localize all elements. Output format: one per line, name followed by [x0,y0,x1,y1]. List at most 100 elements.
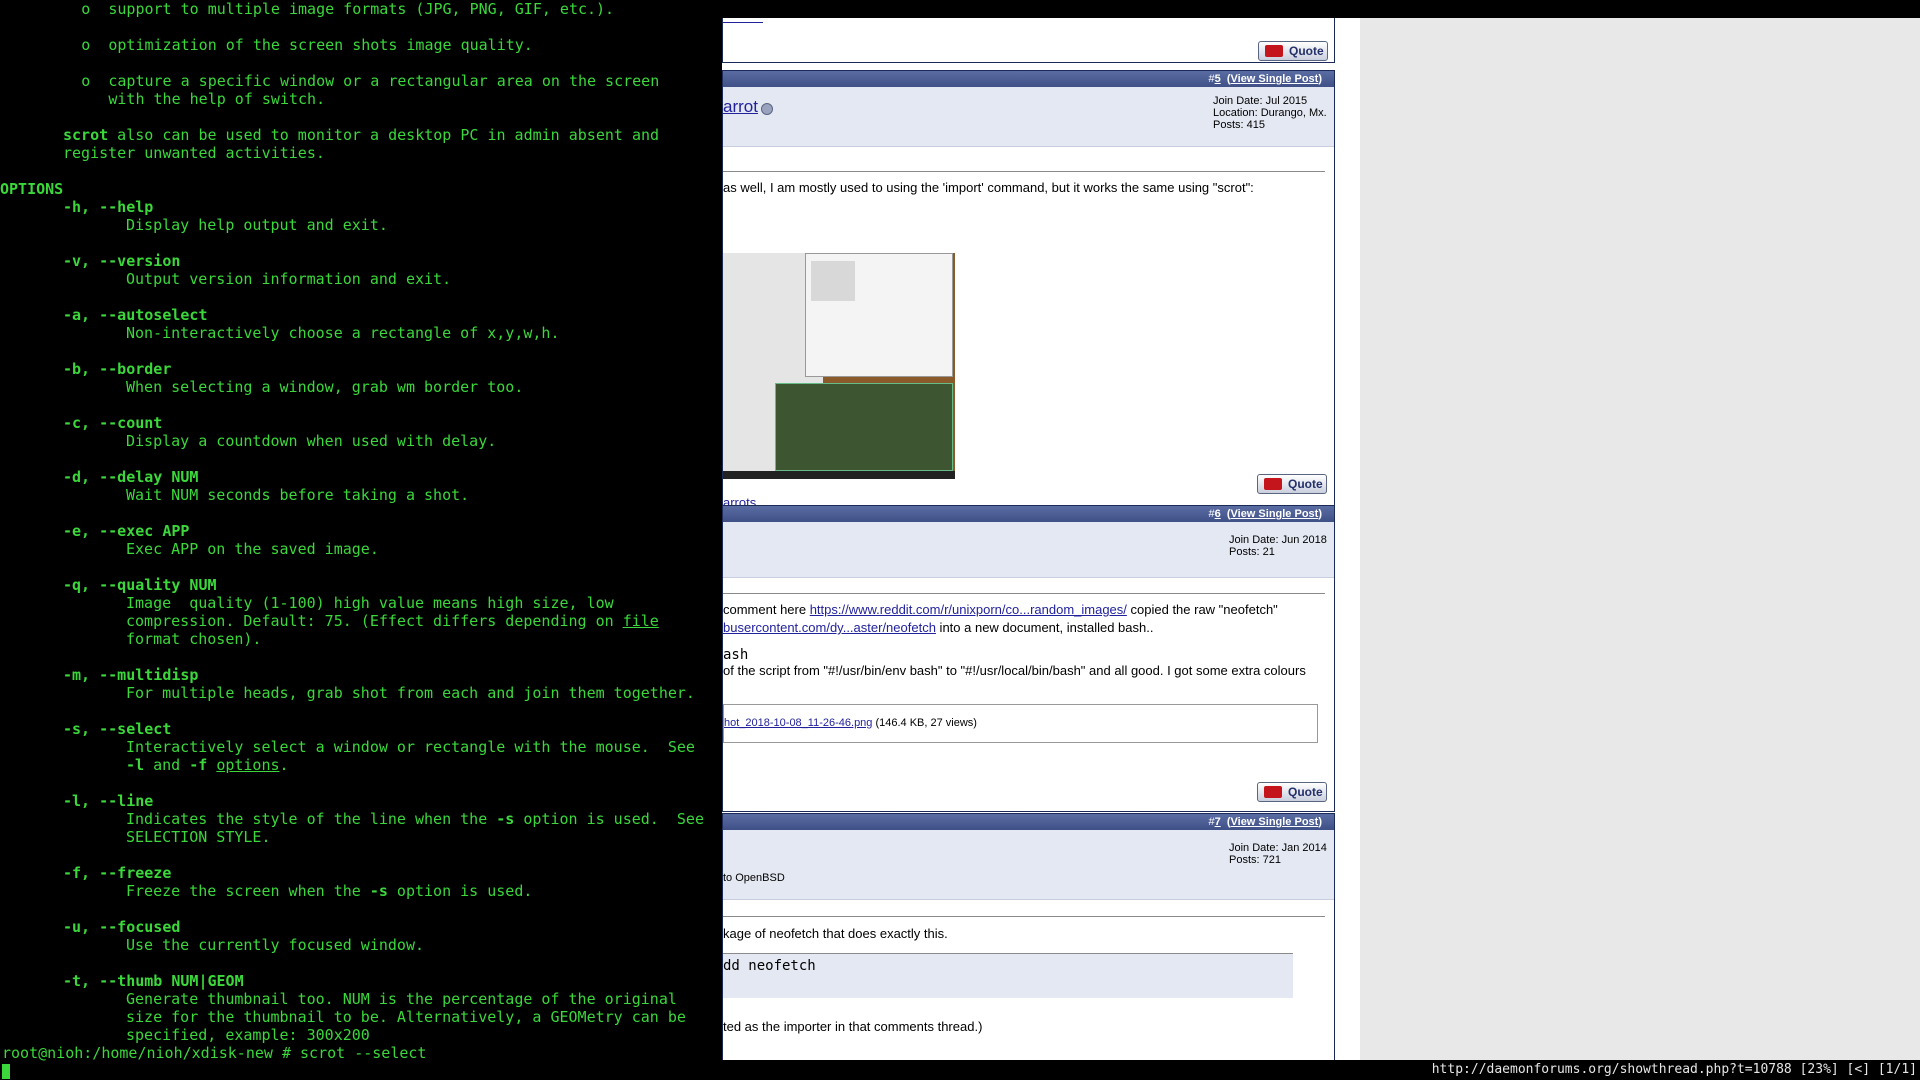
attachment-meta: (146.4 KB, 27 views) [872,717,977,729]
terminal-window[interactable]: o support to multiple image formats (JPG… [0,0,722,1080]
quote-icon [1265,45,1283,57]
text-span: also can be used to monitor a desktop PC… [108,126,660,144]
post-text-line-2: ted as the importer in that comments thr… [723,1019,983,1034]
option-desc: Interactively select a window or rectang… [126,738,695,756]
text-span: option is used. See [514,810,704,828]
text-span: comment here [723,602,810,617]
quote-label: Quote [1289,44,1324,58]
option-desc: compression. Default: 75. (Effect differ… [126,612,659,630]
option-desc: specified, example: 300x200 [126,1026,370,1044]
man-line: o optimization of the screen shots image… [0,36,533,54]
post-text: as well, I am mostly used to using the '… [723,180,1254,195]
offline-status-icon [761,103,773,115]
option-desc: Display a countdown when used with delay… [126,432,497,450]
option-desc: Non-interactively choose a rectangle of … [126,324,560,342]
option-flag: -v, --version [63,252,181,270]
post-header: #5 (View Single Post) [723,71,1334,87]
post-divider [723,916,1325,917]
option-flag: -h, --help [63,198,154,216]
man-line: with the help of switch. [0,90,326,108]
option-desc: Wait NUM seconds before taking a shot. [126,486,470,504]
quote-button[interactable]: Quote [1258,41,1328,61]
post-divider [723,593,1325,594]
post-count: Posts: 721 [1229,854,1281,866]
option-flag: -m, --multidisp [63,666,199,684]
option-flag: -d, --delay NUM [63,468,199,486]
shell-prompt[interactable]: root@nioh:/home/nioh/xdisk-new # scrot -… [2,1044,426,1062]
option-desc: Use the currently focused window. [126,936,425,954]
text-span: Indicates the style of the line when the [126,810,497,828]
option-flag: -q, --quality NUM [63,576,217,594]
option-desc: Display help output and exit. [126,216,388,234]
text-span: -l [126,756,145,774]
option-desc: For multiple heads, grab shot from each … [126,684,695,702]
status-url: http://daemonforums.org/showthread.php?t… [1431,1062,1917,1077]
user-location: Location: Durango, Mx. [1213,107,1327,119]
post-header: #6 (View Single Post) [723,506,1334,522]
option-flag: -f, --freeze [63,864,172,882]
quote-button-post-6[interactable]: Quote [1257,782,1327,802]
code-block: dd neofetch [723,953,1293,998]
option-flag: -b, --border [63,360,172,378]
text-span: into a new document, installed bash.. [935,620,1154,635]
quote-icon [1264,478,1282,490]
view-single-post-link[interactable]: View Single Post [1231,73,1319,85]
forum-thread-content[interactable]: Quote #5 (View Single Post) arrot Join D… [722,18,1360,1060]
option-desc: -l and -f and options. [126,756,289,774]
quote-button-post-5[interactable]: Quote [1257,474,1327,494]
view-single-post-link[interactable]: View Single Post [1231,816,1319,828]
post-count: Posts: 21 [1229,546,1275,558]
option-flag: -s, --select [63,720,172,738]
option-desc: format chosen). [126,630,262,648]
username-link[interactable]: arrot [723,97,758,117]
text-span: -f [189,756,208,774]
man-paragraph: scrot also can be used to monitor a desk… [63,126,659,144]
terminal-cursor [2,1064,10,1079]
option-desc: Indicates the style of the line when the… [126,810,704,828]
man-ref-file: file [622,612,659,630]
reddit-link[interactable]: https://www.reddit.com/r/unixporn/co...r… [810,602,1127,617]
truncated-link[interactable] [723,18,763,23]
user-title: to OpenBSD [723,872,785,884]
quote-label: Quote [1288,785,1323,799]
github-link[interactable]: busercontent.com/dy...aster/neofetch [723,620,936,635]
post-number-link[interactable]: 5 [1215,73,1221,85]
option-flag: -t, --thumb NUM|GEOM [63,972,244,990]
screenshot-attachment-image[interactable] [723,253,955,479]
man-line: o capture a specific window or a rectang… [0,72,660,90]
text-span: copied the raw "neofetch" [1126,602,1278,617]
text-span: Freeze the screen when the [126,882,370,900]
option-desc: size for the thumbnail to be. Alternativ… [126,1008,686,1026]
join-date: Join Date: Jan 2014 [1229,842,1327,854]
option-desc: When selecting a window, grab wm border … [126,378,524,396]
attachment-link[interactable]: hot_2018-10-08_11-26-46.png [724,717,872,729]
command-name: scrot [63,126,109,144]
post-number-link[interactable]: 7 [1215,816,1221,828]
text-span: option is used. [387,882,533,900]
man-ref-options: options [216,756,280,774]
post-number-link[interactable]: 6 [1215,508,1221,520]
user-meta: Join Date: Jan 2014 Posts: 721 [1229,842,1327,866]
post-4-tail: Quote [722,18,1335,63]
join-date: Join Date: Jun 2018 [1229,534,1327,546]
text-span: compression. Default: 75. (Effect differ… [126,612,623,630]
attachment-entry: hot_2018-10-08_11-26-46.png (146.4 KB, 2… [724,717,977,729]
option-flag: -a, --autoselect [63,306,208,324]
option-flag: -l, --line [63,792,154,810]
option-flag: -u, --focused [63,918,181,936]
post-7: #7 (View Single Post) Join Date: Jan 201… [722,813,1335,1060]
text-span: -s [369,882,388,900]
option-flag: -c, --count [63,414,163,432]
post-text-line-1: comment here https://www.reddit.com/r/un… [723,602,1278,617]
join-date: Join Date: Jul 2015 [1213,95,1308,107]
text-span: -s [496,810,515,828]
section-heading: OPTIONS [0,180,64,198]
post-text-line-3: of the script from "#!/usr/bin/env bash"… [723,663,1306,678]
option-desc: Exec APP on the saved image. [126,540,379,558]
page-right-margin [1360,18,1920,1060]
view-single-post-link[interactable]: View Single Post [1231,508,1319,520]
option-desc: Freeze the screen when the -s option is … [126,882,532,900]
user-info-bar: Join Date: Jun 2018 Posts: 21 [723,522,1334,578]
text-span: . [279,756,289,774]
post-divider [723,171,1325,172]
